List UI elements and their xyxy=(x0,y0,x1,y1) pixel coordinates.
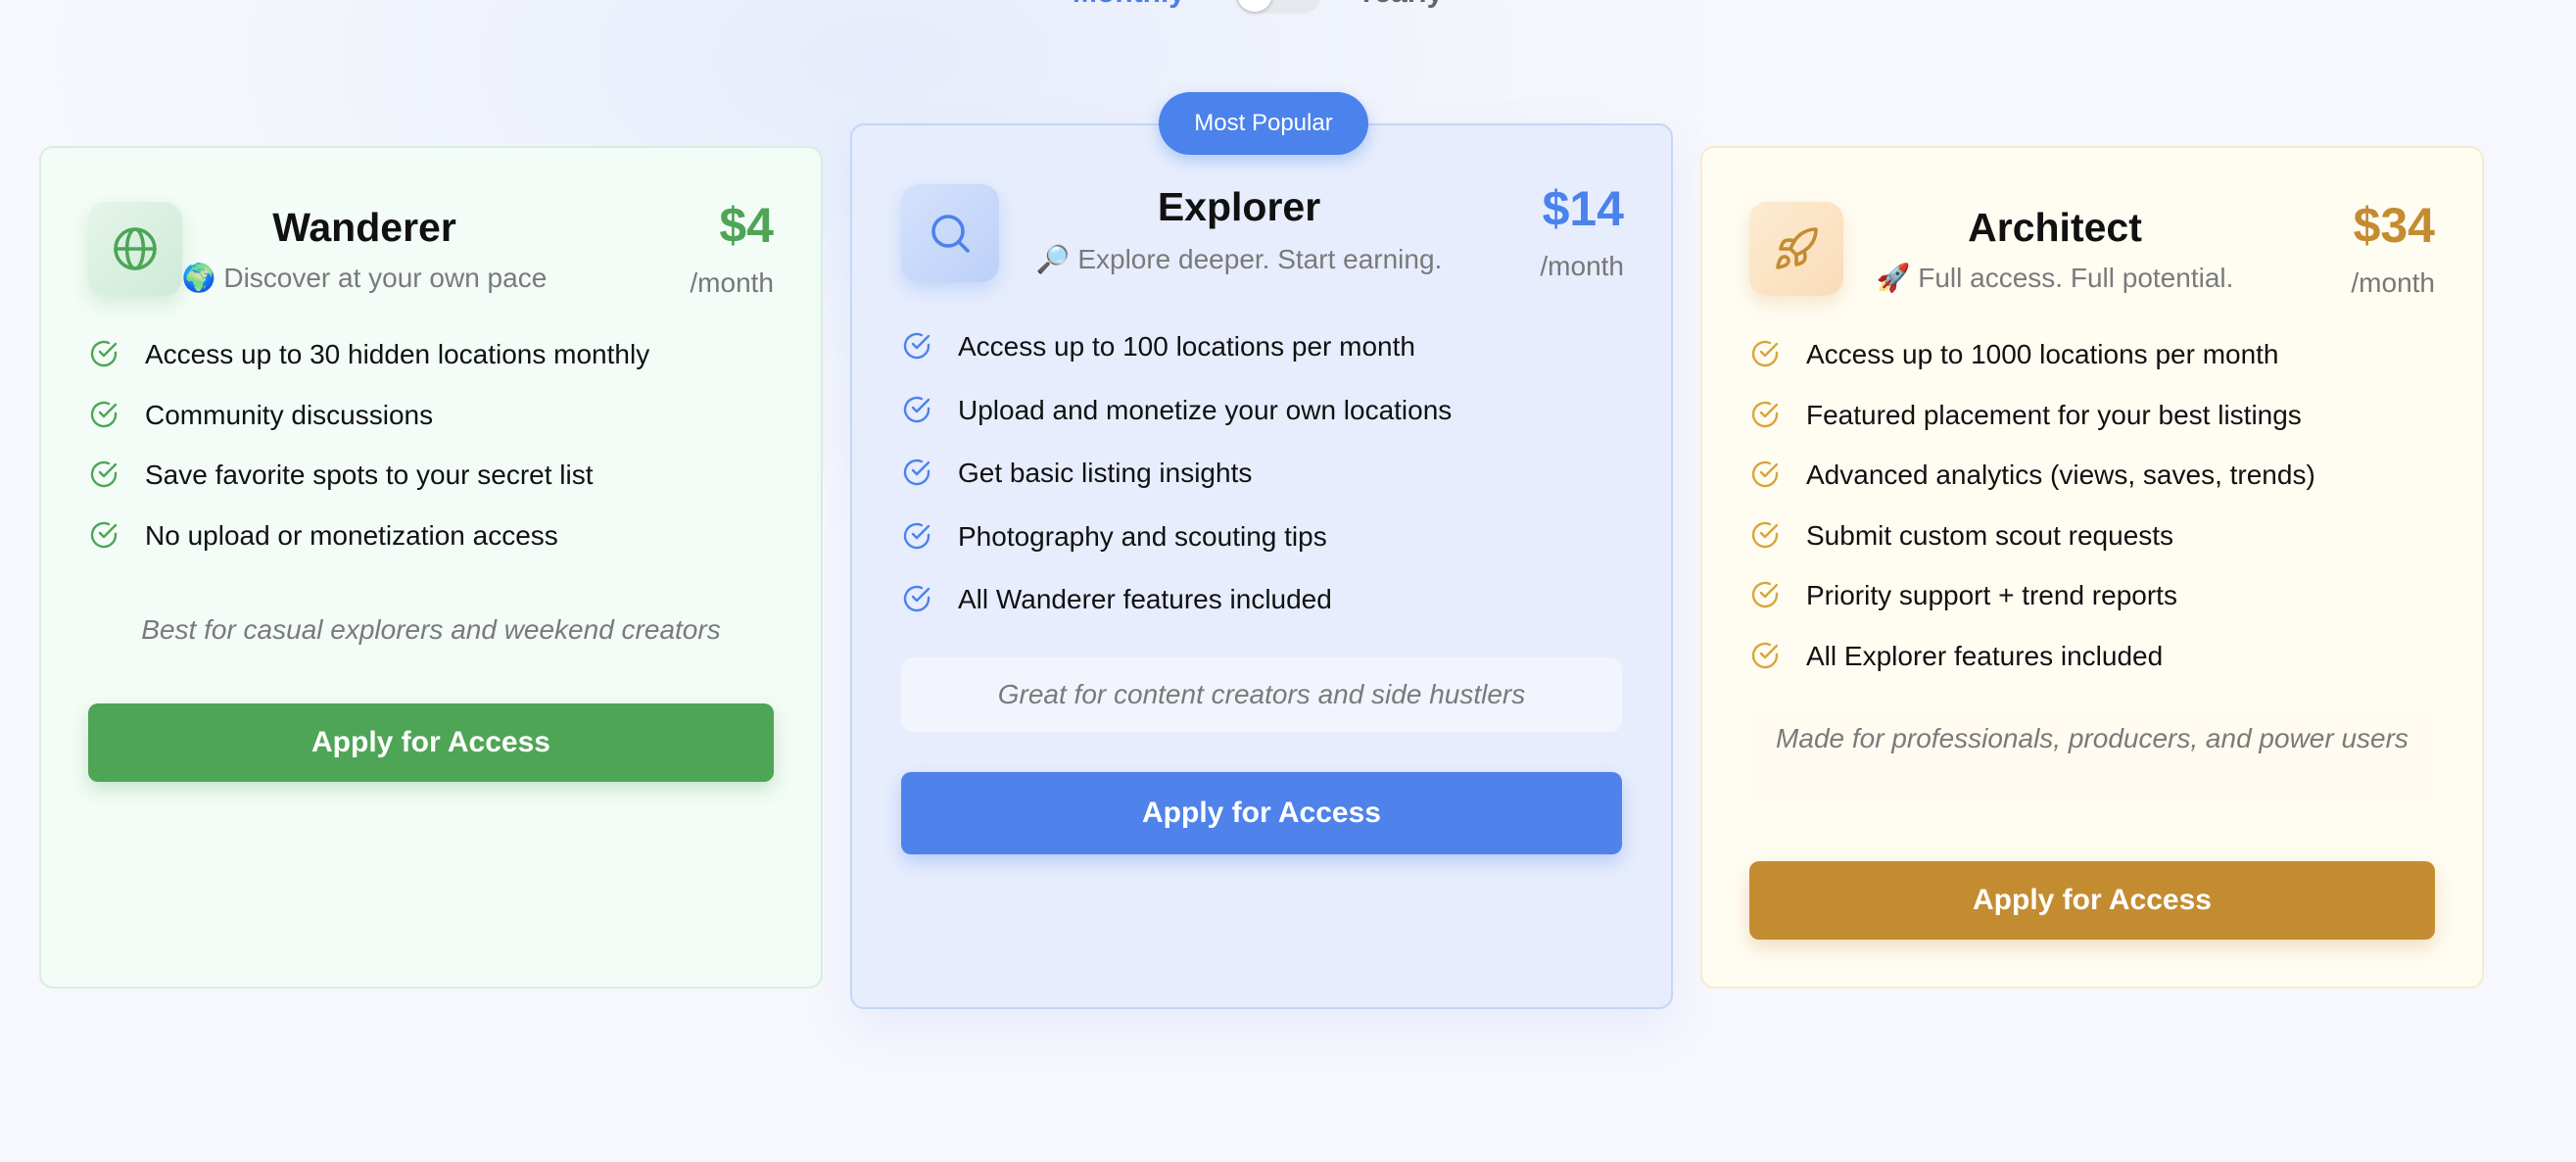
search-icon xyxy=(901,184,999,282)
feature-list: Access up to 100 locations per month Upl… xyxy=(901,331,1452,648)
feature-item: Access up to 30 hidden locations monthly xyxy=(88,339,649,400)
feature-text: Community discussions xyxy=(145,399,434,430)
check-circle-icon xyxy=(903,459,930,486)
check-circle-icon xyxy=(1751,401,1779,427)
feature-item: Community discussions xyxy=(88,400,649,460)
feature-item: Access up to 100 locations per month xyxy=(901,331,1452,395)
feature-item: Save favorite spots to your secret list xyxy=(88,460,649,520)
plan-best-for: Great for content creators and side hust… xyxy=(901,657,1622,732)
check-circle-icon xyxy=(903,396,930,422)
check-circle-icon xyxy=(903,585,930,612)
plan-card-explorer: Most Popular Explorer 🔎 Explore deeper. … xyxy=(850,92,1673,1009)
check-circle-icon xyxy=(1751,340,1779,367)
check-circle-icon xyxy=(90,401,118,427)
feature-item: Access up to 1000 locations per month xyxy=(1749,339,2315,400)
plan-period: /month xyxy=(690,267,774,298)
check-circle-icon xyxy=(903,332,930,360)
feature-text: Access up to 1000 locations per month xyxy=(1806,339,2279,369)
plan-tagline: 🔎 Explore deeper. Start earning. xyxy=(1035,244,1443,274)
feature-text: Advanced analytics (views, saves, trends… xyxy=(1806,460,2315,491)
plan-name: Architect xyxy=(1968,205,2142,250)
feature-item: Advanced analytics (views, saves, trends… xyxy=(1749,460,2315,520)
monthly-option[interactable]: Monthly xyxy=(1073,0,1185,10)
plan-tagline: 🌍 Discover at your own pace xyxy=(181,263,548,293)
feature-item: All Explorer features included xyxy=(1749,641,2315,702)
plan-name: Wanderer xyxy=(272,205,456,250)
feature-text: All Explorer features included xyxy=(1806,640,2164,671)
feature-item: Upload and monetize your own locations xyxy=(901,395,1452,459)
plan-name: Explorer xyxy=(1157,184,1321,229)
feature-item: Submit custom scout requests xyxy=(1749,520,2315,581)
feature-text: Photography and scouting tips xyxy=(958,520,1327,552)
feature-text: Get basic listing insights xyxy=(958,458,1253,488)
apply-button-architect[interactable]: Apply for Access xyxy=(1749,861,2435,940)
yearly-option[interactable]: Yearly xyxy=(1357,0,1443,10)
check-circle-icon xyxy=(1751,642,1779,669)
check-circle-icon xyxy=(90,521,118,548)
plan-card-architect: Architect 🚀 Full access. Full potential.… xyxy=(1700,146,2484,989)
billing-switch[interactable] xyxy=(1235,0,1321,14)
billing-switch-knob xyxy=(1237,0,1272,12)
rocket-icon xyxy=(1749,202,1843,296)
feature-text: No upload or monetization access xyxy=(145,519,558,551)
check-circle-icon xyxy=(903,522,930,549)
check-circle-icon xyxy=(90,340,118,367)
apply-button-explorer[interactable]: Apply for Access xyxy=(901,772,1622,854)
feature-text: All Wanderer features included xyxy=(958,584,1332,614)
plan-tagline: 🚀 Full access. Full potential. xyxy=(1876,263,2234,293)
apply-button-wanderer[interactable]: Apply for Access xyxy=(88,703,774,782)
feature-text: Priority support + trend reports xyxy=(1806,580,2177,611)
check-circle-icon xyxy=(1751,582,1779,608)
feature-item: All Wanderer features included xyxy=(901,584,1452,648)
feature-item: Featured placement for your best listing… xyxy=(1749,400,2315,460)
plan-best-for: Made for professionals, producers, and p… xyxy=(1749,710,2435,806)
feature-text: Access up to 100 locations per month xyxy=(958,331,1415,362)
feature-text: Featured placement for your best listing… xyxy=(1806,399,2302,430)
feature-list: Access up to 30 hidden locations monthly… xyxy=(88,339,649,580)
plan-period: /month xyxy=(2351,267,2435,298)
feature-text: Submit custom scout requests xyxy=(1806,519,2174,551)
most-popular-badge: Most Popular xyxy=(1159,92,1368,155)
check-circle-icon xyxy=(90,461,118,488)
feature-list: Access up to 1000 locations per month Fe… xyxy=(1749,339,2315,702)
feature-item: Photography and scouting tips xyxy=(901,521,1452,585)
check-circle-icon xyxy=(1751,521,1779,548)
plan-period: /month xyxy=(1540,251,1624,281)
feature-item: Priority support + trend reports xyxy=(1749,580,2315,641)
feature-item: No upload or monetization access xyxy=(88,520,649,581)
feature-item: Get basic listing insights xyxy=(901,458,1452,521)
feature-text: Save favorite spots to your secret list xyxy=(145,460,594,491)
plan-price: $34 xyxy=(2353,198,2435,253)
plan-price: $14 xyxy=(1542,181,1624,236)
feature-text: Upload and monetize your own locations xyxy=(958,394,1453,425)
plan-best-for: Best for casual explorers and weekend cr… xyxy=(141,614,721,645)
billing-toggle: Monthly Yearly xyxy=(1058,0,1508,16)
plan-price: $4 xyxy=(719,198,774,253)
check-circle-icon xyxy=(1751,461,1779,488)
plan-card-wanderer: Wanderer 🌍 Discover at your own pace $4 … xyxy=(39,146,823,989)
feature-text: Access up to 30 hidden locations monthly xyxy=(145,339,650,369)
